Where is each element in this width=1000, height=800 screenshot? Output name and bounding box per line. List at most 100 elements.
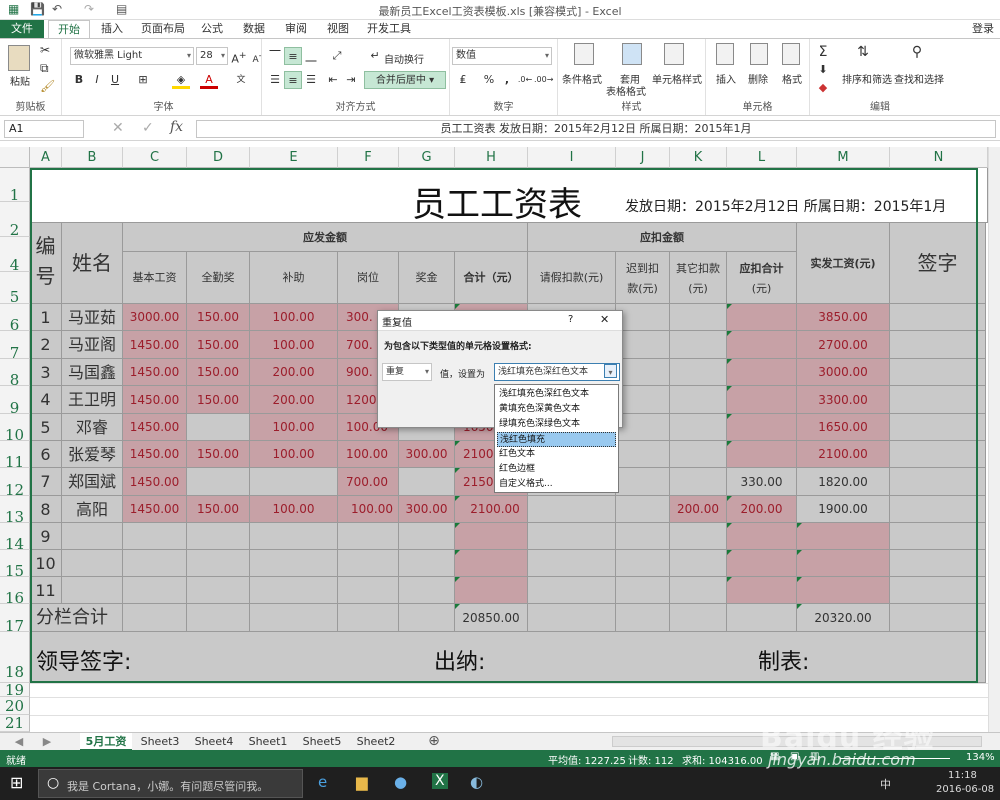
table-cell[interactable]: 200.00 <box>727 496 797 523</box>
format-as-table-label2[interactable]: 表格格式 <box>606 83 646 98</box>
table-cell[interactable] <box>727 386 797 414</box>
format-painter-icon[interactable]: 🖌 <box>40 79 55 93</box>
table-cell[interactable]: 100.00 <box>250 496 338 523</box>
table-cell[interactable] <box>616 331 670 359</box>
tab-home[interactable]: 开始 <box>48 20 90 38</box>
conditional-format-button[interactable]: 条件格式 <box>562 71 602 86</box>
font-size-select[interactable]: 28 ▾ <box>196 47 228 65</box>
table-cell[interactable]: 2100.00 <box>797 441 890 468</box>
align-right-icon[interactable]: ☰ <box>302 71 320 89</box>
table-cell[interactable]: 100.00 <box>250 304 338 331</box>
table-cell[interactable] <box>62 577 123 604</box>
border-icon[interactable]: ⊞ <box>134 71 152 89</box>
table-cell-sign[interactable] <box>890 496 986 523</box>
table-cell[interactable] <box>727 523 797 550</box>
formula-input[interactable]: 员工工资表 发放日期：2015年2月12日 所属日期：2015年1月 <box>196 120 996 138</box>
table-cell[interactable] <box>670 386 727 414</box>
table-cell[interactable] <box>670 304 727 331</box>
sheet-tab[interactable]: Sheet4 <box>188 733 240 751</box>
tab-review[interactable]: 审阅 <box>278 20 314 38</box>
prev-sheet-icon[interactable]: ◀ <box>12 733 26 751</box>
table-cell[interactable] <box>399 577 455 604</box>
column-header[interactable]: D <box>187 147 250 168</box>
table-cell[interactable]: 3000.00 <box>123 304 187 331</box>
table-cell[interactable]: 100.00 <box>338 496 399 523</box>
fill-icon[interactable]: ⬇ <box>814 61 832 79</box>
column-header[interactable]: I <box>528 147 616 168</box>
subtotal-cell[interactable] <box>338 604 399 632</box>
table-cell[interactable] <box>250 577 338 604</box>
bold-icon[interactable]: B <box>70 71 88 89</box>
table-cell[interactable]: 100.00 <box>250 414 338 441</box>
table-cell[interactable]: 8 <box>30 496 62 523</box>
cortana-search-box[interactable]: ○ 我是 Cortana，小娜。有问题尽管问我。 <box>38 769 303 798</box>
table-cell[interactable]: 7 <box>30 468 62 496</box>
row-header[interactable]: 16 <box>0 577 30 607</box>
excel-taskbar-icon[interactable]: X <box>432 773 448 789</box>
table-cell[interactable] <box>670 523 727 550</box>
header-id[interactable]: 编号 <box>30 223 62 304</box>
subtotal-cell[interactable] <box>727 604 797 632</box>
table-cell[interactable]: 1450.00 <box>123 441 187 468</box>
table-cell[interactable]: 300.00 <box>399 496 455 523</box>
zoom-level[interactable]: 134% <box>966 752 995 763</box>
table-cell[interactable] <box>670 468 727 496</box>
format-option[interactable]: 红色边框 <box>497 462 616 477</box>
table-cell[interactable] <box>187 550 250 577</box>
table-cell[interactable]: 150.00 <box>187 496 250 523</box>
header-payable[interactable]: 应发金额 <box>123 223 528 252</box>
table-cell[interactable]: 2100.00 <box>455 496 528 523</box>
header-attend[interactable]: 全勤奖 <box>187 252 250 304</box>
table-cell[interactable]: 200.00 <box>250 386 338 414</box>
table-cell[interactable] <box>62 523 123 550</box>
table-cell[interactable] <box>399 523 455 550</box>
subtotal-cell[interactable] <box>528 604 616 632</box>
table-cell[interactable] <box>123 577 187 604</box>
table-cell[interactable] <box>528 577 616 604</box>
row-header[interactable]: 2 <box>0 202 30 239</box>
table-cell[interactable]: 马亚阁 <box>62 331 123 359</box>
table-cell[interactable] <box>123 550 187 577</box>
header-dtotal[interactable]: 应扣合计 (元) <box>727 252 797 304</box>
sheet-tab[interactable]: Sheet3 <box>134 733 186 751</box>
paste-icon[interactable] <box>8 45 30 71</box>
signature-row[interactable] <box>30 632 986 683</box>
column-header[interactable]: K <box>670 147 727 168</box>
table-cell[interactable] <box>670 441 727 468</box>
subtotal-label[interactable]: 分栏合计 <box>30 604 123 632</box>
app-taskbar-icon[interactable]: ◐ <box>470 773 483 791</box>
column-header[interactable]: H <box>455 147 528 168</box>
table-cell[interactable]: 1900.00 <box>797 496 890 523</box>
table-cell-sign[interactable] <box>890 468 986 496</box>
format-option[interactable]: 浅红填充色深红色文本 <box>497 387 616 402</box>
table-cell[interactable] <box>187 523 250 550</box>
autosum-icon[interactable]: Σ <box>814 43 832 61</box>
clear-icon[interactable]: ◆ <box>814 79 832 97</box>
comma-style-icon[interactable]: , <box>498 71 516 89</box>
format-cells-button[interactable]: 格式 <box>782 71 802 86</box>
align-bottom-icon[interactable]: ⎽ <box>302 47 320 65</box>
format-as-table-icon[interactable] <box>622 43 642 65</box>
phonetic-icon[interactable]: 文 <box>232 71 250 89</box>
column-header[interactable]: L <box>727 147 797 168</box>
row-header[interactable]: 10 <box>0 414 30 444</box>
column-header[interactable]: B <box>62 147 123 168</box>
header-deduct[interactable]: 应扣金额 <box>528 223 797 252</box>
row-header[interactable]: 6 <box>0 304 30 334</box>
table-cell[interactable] <box>727 359 797 386</box>
table-cell-sign[interactable] <box>890 304 986 331</box>
cut-icon[interactable]: ✂ <box>40 43 50 57</box>
table-cell[interactable]: 700.00 <box>338 468 399 496</box>
windows-start-icon[interactable]: ⊞ <box>10 773 23 792</box>
table-cell[interactable]: 200.00 <box>250 359 338 386</box>
clock-time[interactable]: 11:18 <box>948 770 977 781</box>
table-cell[interactable] <box>455 550 528 577</box>
table-cell-sign[interactable] <box>890 359 986 386</box>
format-option[interactable]: 浅红色填充 <box>497 432 616 447</box>
table-cell[interactable]: 150.00 <box>187 441 250 468</box>
subtotal-cell[interactable] <box>616 604 670 632</box>
table-cell-sign[interactable] <box>890 441 986 468</box>
table-cell[interactable] <box>616 577 670 604</box>
header-sign[interactable]: 签字 <box>890 223 986 304</box>
table-cell-sign[interactable] <box>890 550 986 577</box>
